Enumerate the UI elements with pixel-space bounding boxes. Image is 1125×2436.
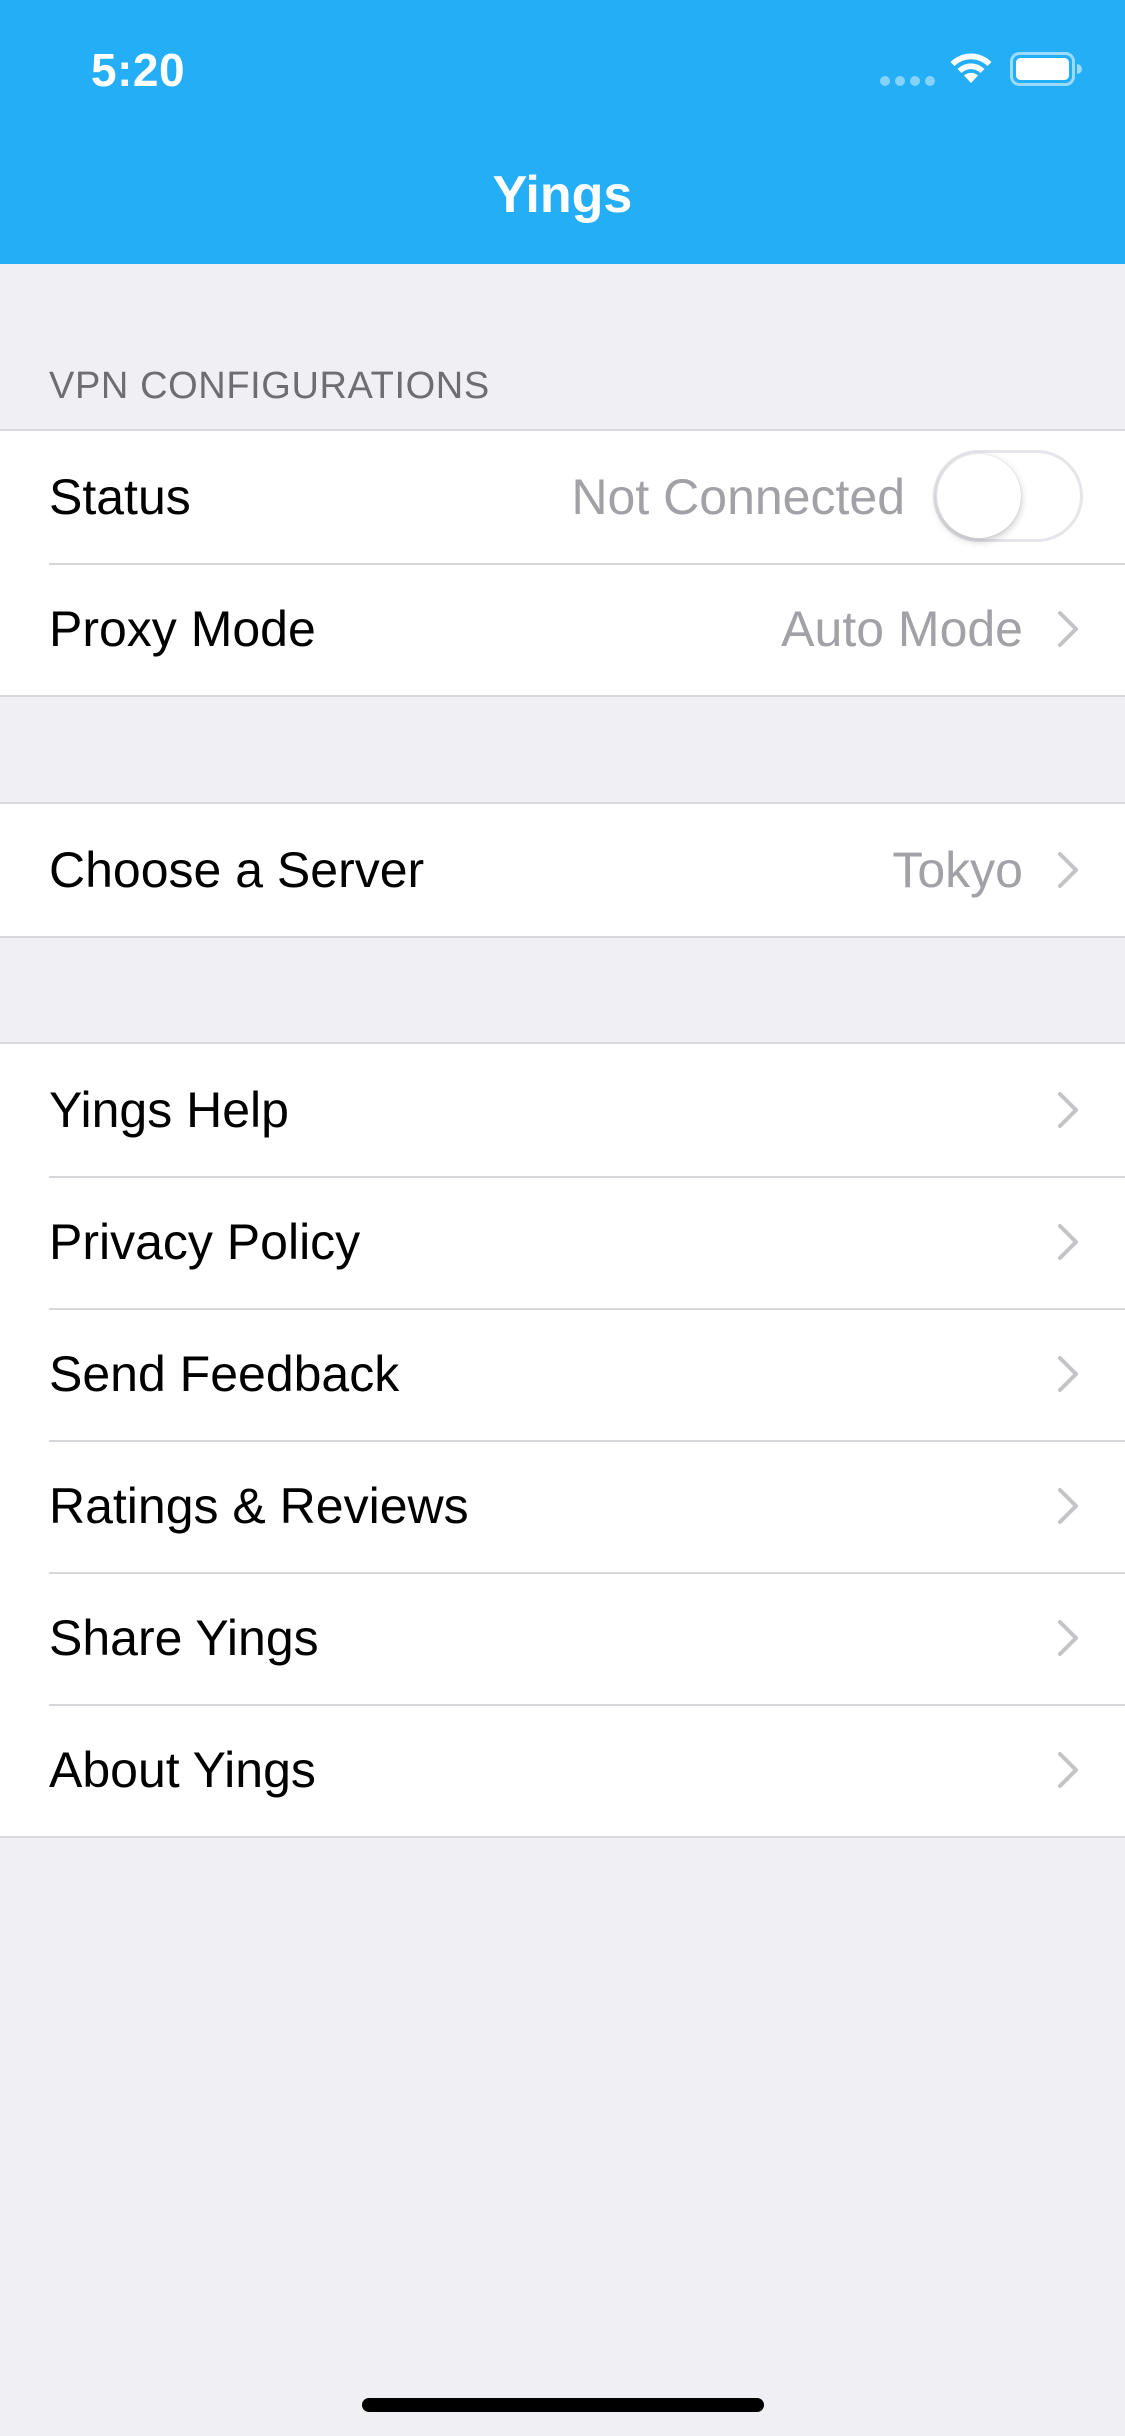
ratings-reviews-label: Ratings & Reviews [49,1478,469,1534]
info-group: Yings Help Privacy Policy Send Feedback … [0,1042,1125,1838]
proxy-mode-label: Proxy Mode [49,601,316,657]
wifi-icon [950,53,992,83]
nav-title: Yings [492,166,633,224]
toggle-knob [937,454,1021,538]
proxy-mode-value: Auto Mode [781,601,1023,657]
vpn-configurations-group: Status Not Connected Proxy Mode Auto Mod… [0,429,1125,697]
yings-help-row[interactable]: Yings Help [0,1044,1125,1176]
status-value: Not Connected [571,469,905,525]
chevron-right-icon [1058,1356,1078,1392]
about-yings-row[interactable]: About Yings [0,1704,1125,1836]
section-header-vpn-configurations: VPN CONFIGURATIONS [49,365,490,407]
share-yings-label: Share Yings [49,1610,319,1666]
chevron-right-icon [1058,1224,1078,1260]
choose-server-row[interactable]: Choose a Server Tokyo [0,804,1125,936]
battery-icon [1010,52,1082,86]
chevron-right-icon [1058,1488,1078,1524]
send-feedback-row[interactable]: Send Feedback [0,1308,1125,1440]
about-yings-label: About Yings [49,1742,316,1798]
proxy-mode-row[interactable]: Proxy Mode Auto Mode [0,563,1125,695]
ratings-reviews-row[interactable]: Ratings & Reviews [0,1440,1125,1572]
app-header: 5:20 Yings [0,0,1125,264]
send-feedback-label: Send Feedback [49,1346,400,1402]
server-group: Choose a Server Tokyo [0,802,1125,938]
choose-server-label: Choose a Server [49,842,425,898]
share-yings-row[interactable]: Share Yings [0,1572,1125,1704]
status-bar-time: 5:20 [91,44,186,96]
chevron-right-icon [1058,852,1078,888]
cellular-signal-icon [880,76,936,86]
chevron-right-icon [1058,611,1078,647]
choose-server-value: Tokyo [892,842,1023,898]
chevron-right-icon [1058,1752,1078,1788]
privacy-policy-label: Privacy Policy [49,1214,361,1270]
home-indicator[interactable] [362,2398,764,2412]
vpn-connection-toggle[interactable] [933,450,1083,542]
privacy-policy-row[interactable]: Privacy Policy [0,1176,1125,1308]
yings-help-label: Yings Help [49,1082,289,1138]
status-row: Status Not Connected [0,431,1125,563]
status-label: Status [49,469,191,525]
chevron-right-icon [1058,1092,1078,1128]
chevron-right-icon [1058,1620,1078,1656]
